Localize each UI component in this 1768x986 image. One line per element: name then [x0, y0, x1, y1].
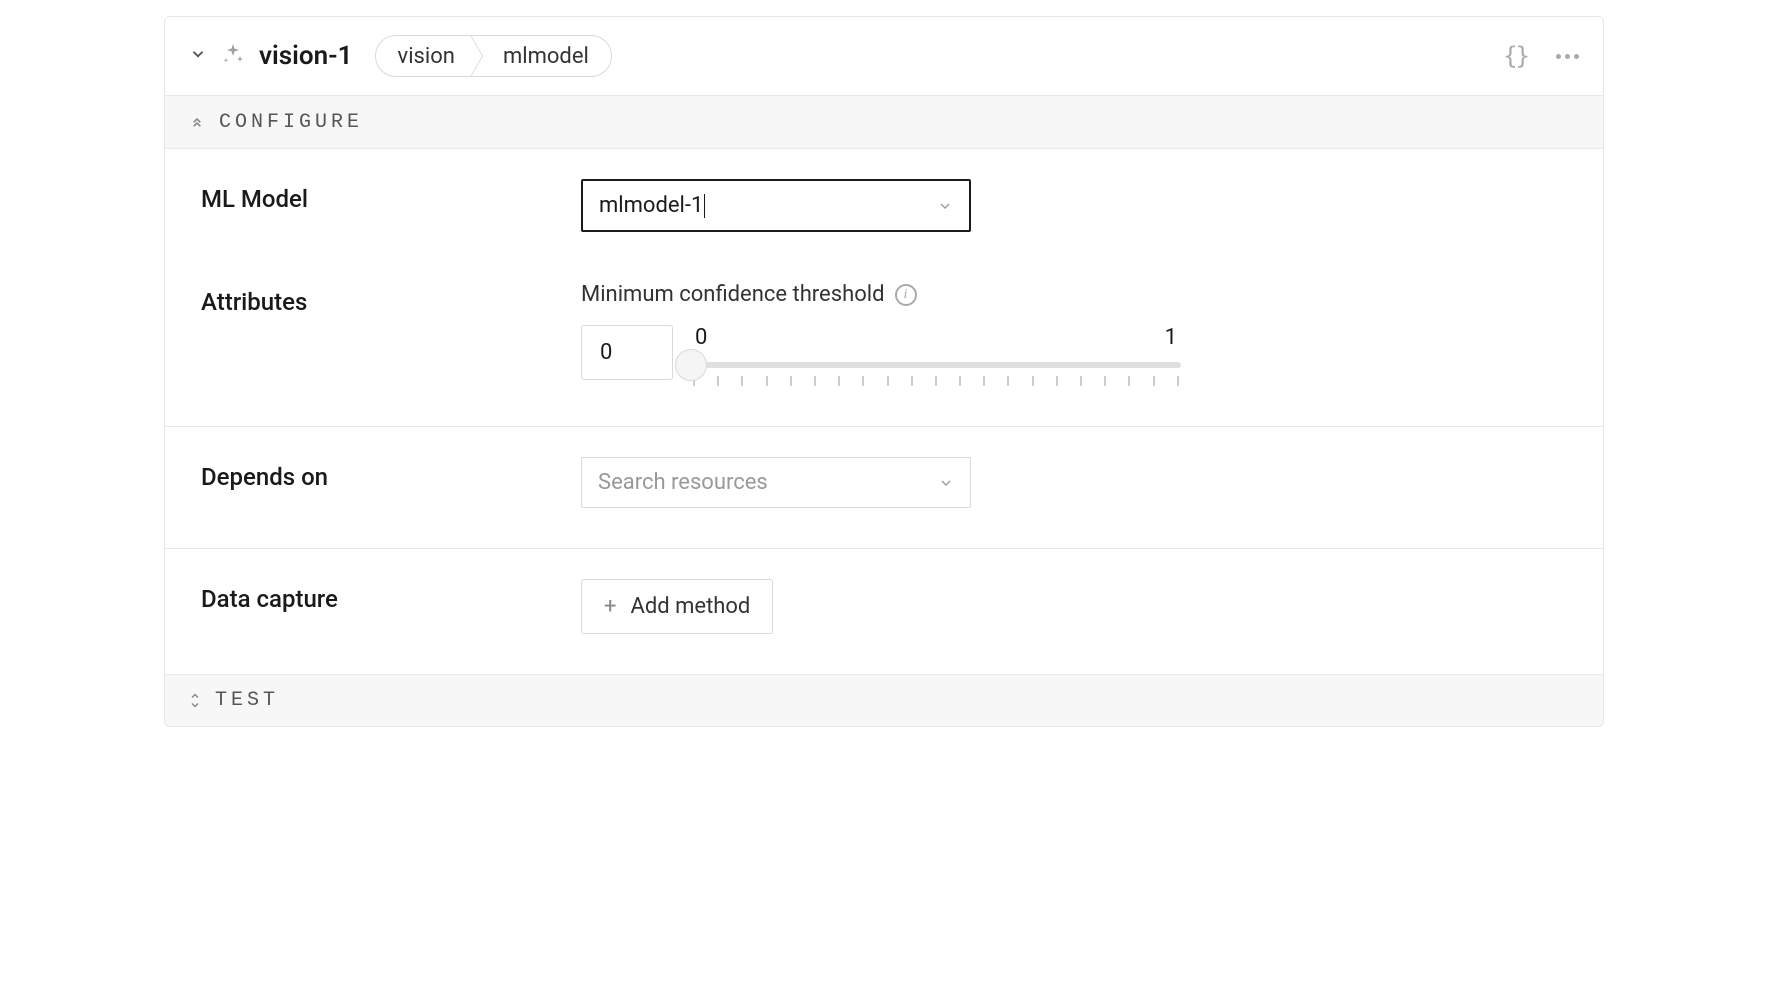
depends-on-placeholder: Search resources — [598, 470, 768, 495]
test-section-header[interactable]: TEST — [165, 674, 1603, 726]
chevron-down-icon — [938, 475, 954, 491]
threshold-control: 0 0 1 — [581, 325, 1567, 386]
ml-model-value: mlmodel-1 — [599, 193, 703, 218]
ml-model-label: ML Model — [201, 179, 581, 232]
header-actions: {} — [1503, 42, 1579, 70]
breadcrumb: vision mlmodel — [375, 35, 612, 77]
depends-on-select[interactable]: Search resources — [581, 457, 971, 508]
collapse-section-icon — [189, 110, 205, 134]
add-method-button[interactable]: + Add method — [581, 579, 773, 634]
configure-section-header[interactable]: CONFIGURE — [165, 96, 1603, 149]
info-icon[interactable]: i — [895, 284, 917, 306]
threshold-input[interactable]: 0 — [581, 325, 673, 380]
chevron-down-icon — [937, 198, 953, 214]
threshold-slider[interactable]: 0 1 — [691, 325, 1181, 386]
resource-title: vision-1 — [259, 41, 353, 71]
slider-thumb[interactable] — [675, 349, 707, 381]
collapse-chevron-icon[interactable] — [189, 44, 207, 68]
attributes-label: Attributes — [201, 282, 581, 386]
plus-icon: + — [604, 594, 616, 619]
panel-header: vision-1 vision mlmodel {} — [165, 17, 1603, 96]
slider-min-label: 0 — [695, 325, 707, 350]
ml-model-row: ML Model mlmodel-1 — [165, 149, 1603, 252]
breadcrumb-item-type[interactable]: vision — [376, 36, 477, 77]
add-method-label: Add method — [630, 594, 750, 619]
attributes-row: Attributes Minimum confidence threshold … — [165, 252, 1603, 427]
expand-section-icon — [189, 692, 201, 709]
slider-track[interactable] — [691, 362, 1181, 368]
data-capture-row: Data capture + Add method — [165, 549, 1603, 674]
threshold-label: Minimum confidence threshold — [581, 282, 885, 307]
more-options-icon[interactable] — [1556, 54, 1579, 59]
json-view-icon[interactable]: {} — [1503, 42, 1528, 70]
slider-ticks — [691, 376, 1181, 386]
breadcrumb-item-model[interactable]: mlmodel — [481, 36, 611, 77]
test-title: TEST — [215, 689, 279, 712]
slider-max-label: 1 — [1165, 325, 1177, 350]
sparkle-icon — [221, 42, 245, 71]
threshold-label-row: Minimum confidence threshold i — [581, 282, 1567, 307]
configure-title: CONFIGURE — [219, 111, 363, 134]
slider-range-labels: 0 1 — [691, 325, 1181, 350]
data-capture-label: Data capture — [201, 579, 581, 634]
header-left: vision-1 vision mlmodel — [189, 35, 612, 77]
depends-on-label: Depends on — [201, 457, 581, 508]
config-panel: vision-1 vision mlmodel {} CONFIGURE — [164, 16, 1604, 727]
ml-model-select[interactable]: mlmodel-1 — [581, 179, 971, 232]
depends-on-row: Depends on Search resources — [165, 427, 1603, 549]
configure-form: ML Model mlmodel-1 Attributes Minimum co… — [165, 149, 1603, 674]
